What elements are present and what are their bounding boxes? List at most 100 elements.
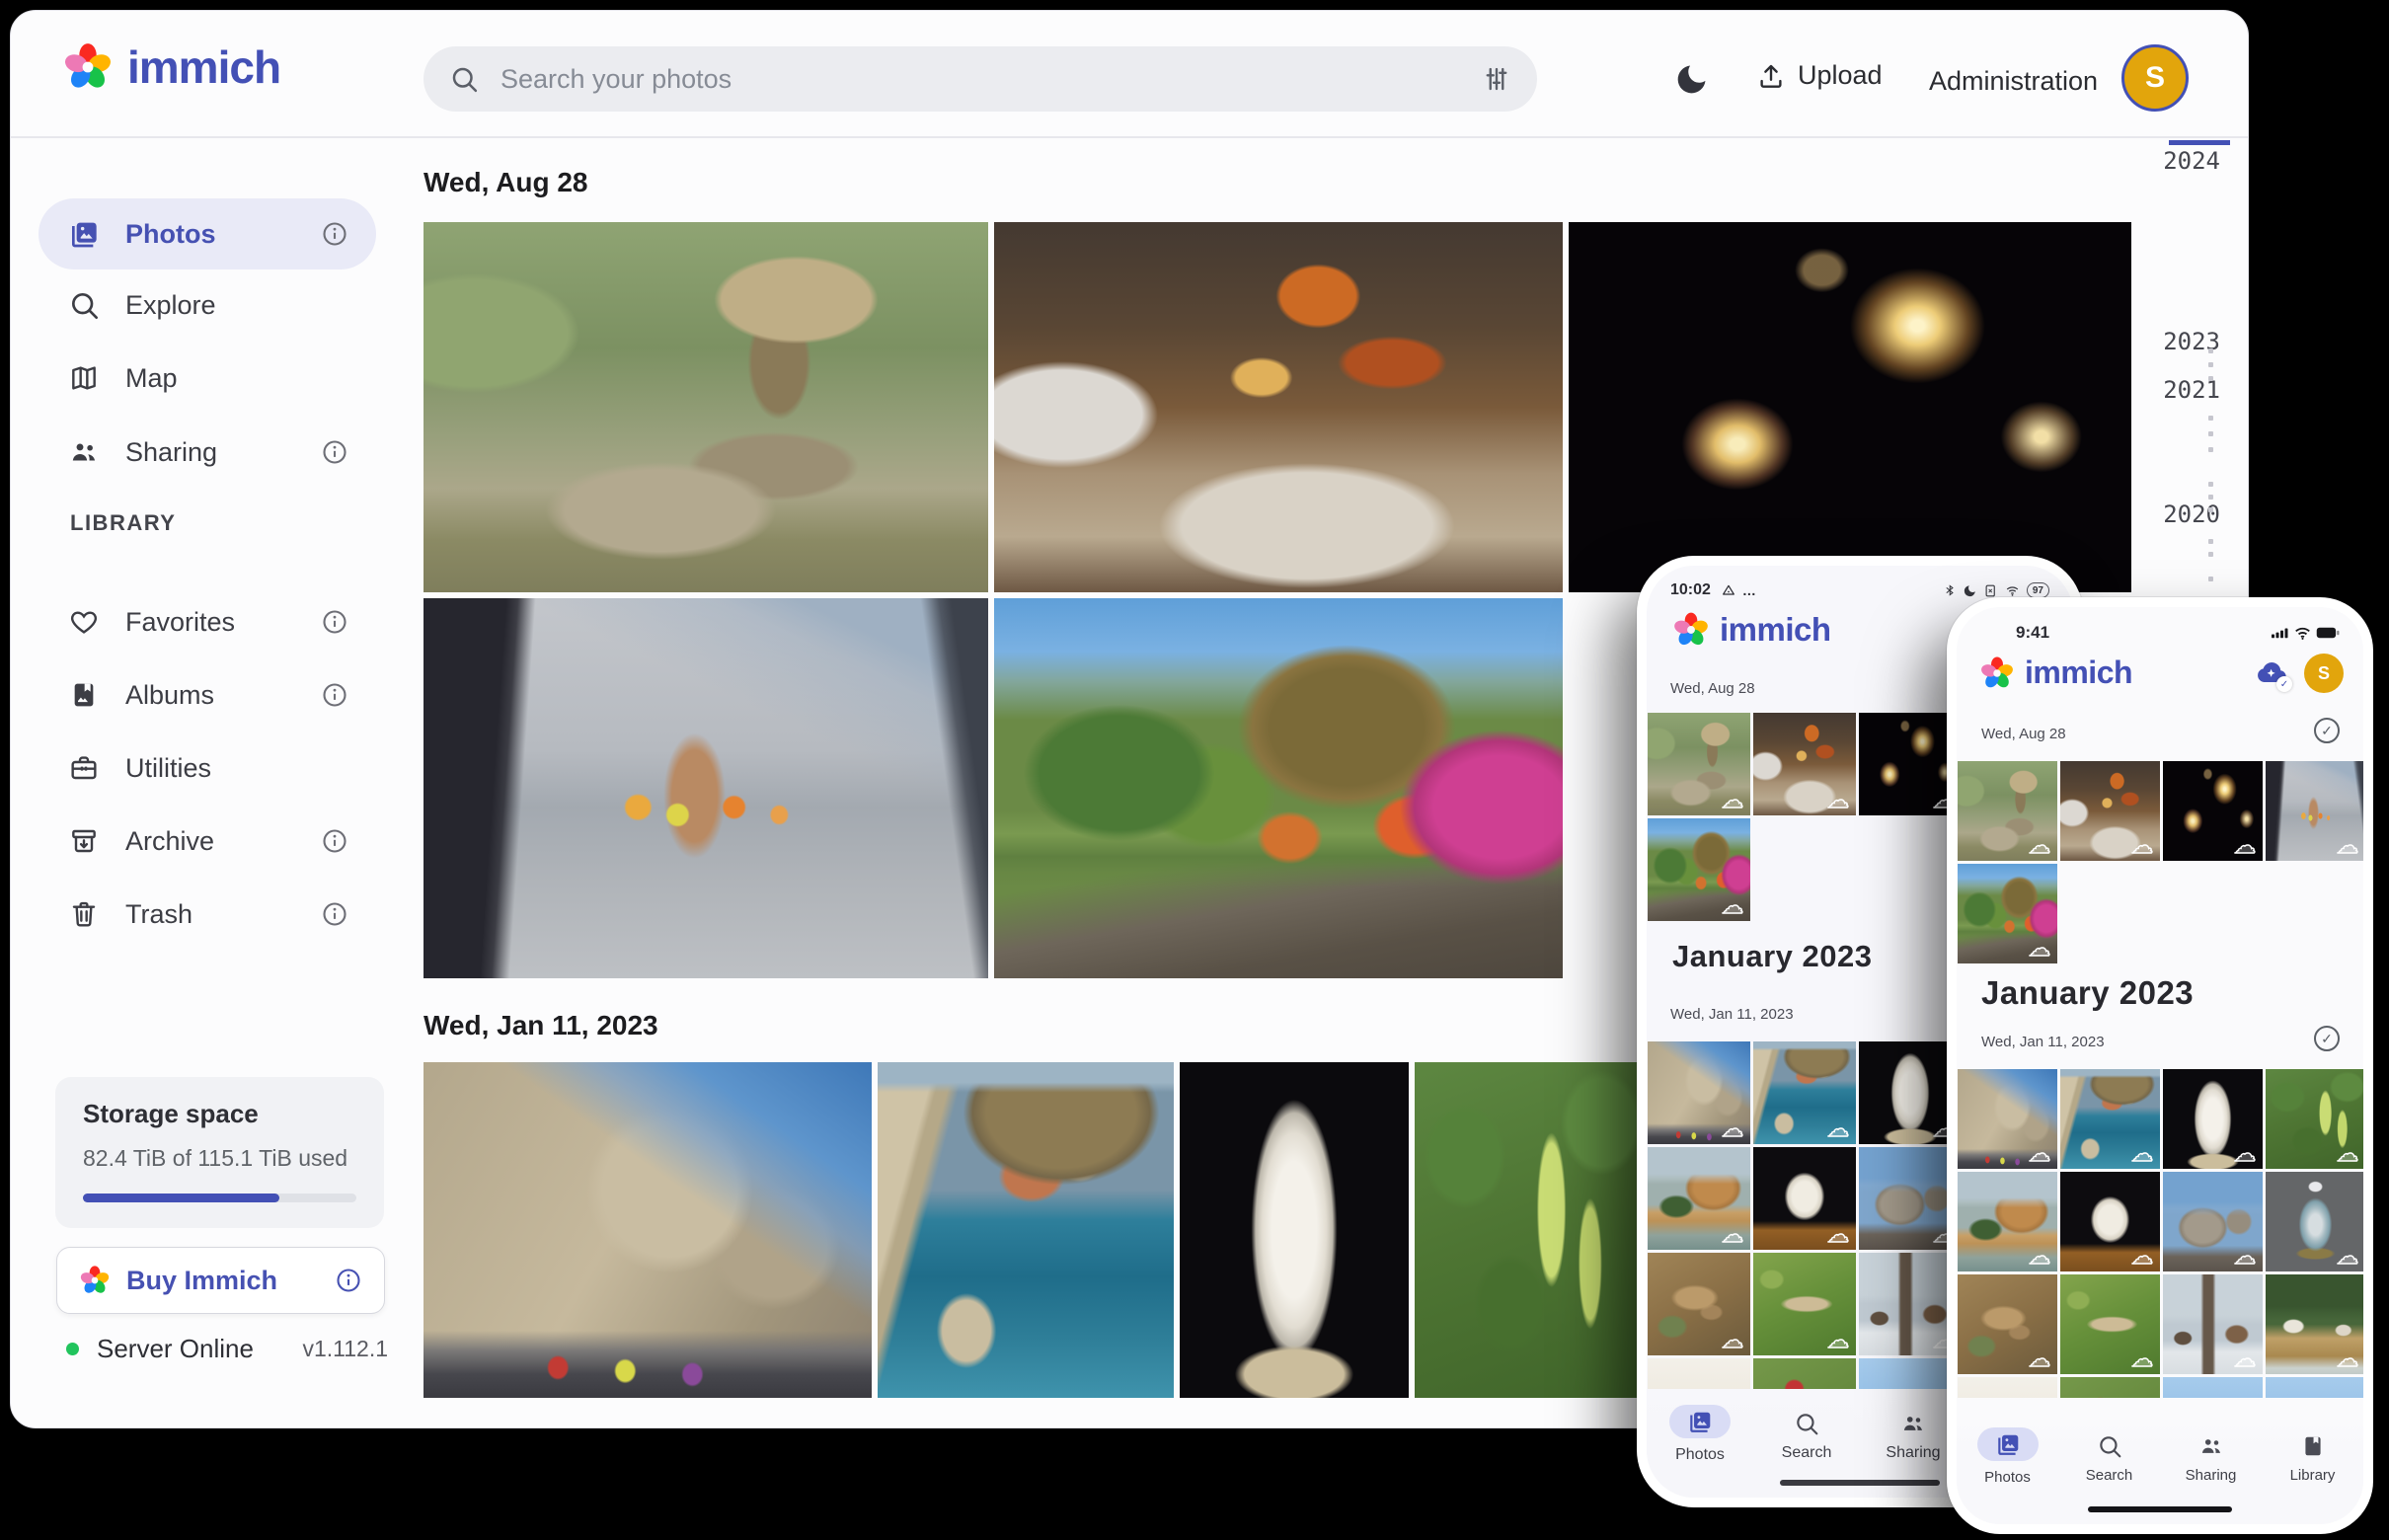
header-divider [11, 136, 2248, 138]
photo-bust[interactable]: ☁ [2163, 1069, 2263, 1169]
cloud-backup-badge: ☁ [2131, 1247, 2153, 1269]
sidebar-item-sharing[interactable]: Sharing [39, 417, 376, 488]
photo-berries[interactable]: ☁ [2266, 1069, 2363, 1169]
photo-bust[interactable] [1180, 1062, 1409, 1398]
sidebar-item-label: Explore [125, 290, 376, 321]
sidebar-item-map[interactable]: Map [39, 343, 376, 414]
timeline-year[interactable]: 2020 [2163, 500, 2220, 528]
sidebar-item-trash[interactable]: Trash [39, 879, 376, 950]
photo-castle[interactable] [424, 1062, 872, 1398]
photo-light[interactable]: ☁ [1648, 1358, 1750, 1389]
info-icon[interactable] [321, 681, 348, 709]
phone2-app-logo: immich [1979, 654, 2132, 691]
sim-card-off-icon [1983, 583, 1998, 598]
sharing-people-icon [1900, 1411, 1926, 1436]
select-day-check-icon[interactable]: ✓ [2314, 1026, 2340, 1051]
filter-sliders-icon[interactable] [1482, 64, 1511, 94]
photo-sculpt2[interactable]: ☁ [2060, 1172, 2160, 1271]
photo-winter[interactable]: ☁ [2163, 1274, 2263, 1374]
brand-wordmark: immich [2025, 654, 2132, 691]
photo-lizard2[interactable]: ☁ [1753, 1253, 1856, 1355]
photo-flowers[interactable]: ☁ [2060, 1377, 2160, 1398]
photo-cliff[interactable]: ☁ [1648, 1147, 1750, 1250]
status-time: 10:02 [1670, 581, 1711, 599]
sidebar-item-photos[interactable]: Photos [39, 198, 376, 270]
photo-cliff[interactable]: ☁ [1958, 1172, 2057, 1271]
active-tab-pill [1977, 1427, 2039, 1461]
photo-zoo[interactable]: ☁ [1958, 761, 2057, 861]
select-day-check-icon[interactable]: ✓ [2314, 718, 2340, 743]
info-icon[interactable] [321, 900, 348, 928]
wifi-icon [2004, 583, 2021, 598]
nav-tab-label: Library [2290, 1467, 2336, 1484]
phone2-month-header: January 2023 [1981, 974, 2194, 1012]
photo-sky[interactable]: ☁ [2266, 1377, 2363, 1398]
timeline-tick [2208, 376, 2213, 381]
photo-sky[interactable]: ☁ [2163, 1377, 2263, 1398]
info-icon[interactable] [321, 220, 348, 248]
cloud-sync-icon[interactable]: ✓ [2253, 658, 2288, 688]
user-avatar[interactable]: S [2121, 44, 2189, 112]
upload-icon [1756, 61, 1786, 91]
sidebar-item-favorites[interactable]: Favorites [39, 586, 376, 657]
administration-link[interactable]: Administration [1929, 66, 2098, 97]
photo-farm[interactable]: ☁ [2266, 1274, 2363, 1374]
photo-castle[interactable]: ☁ [1958, 1069, 2057, 1169]
info-icon[interactable] [335, 1267, 362, 1294]
storage-title: Storage space [83, 1099, 356, 1129]
photo-coast[interactable]: ☁ [2060, 1069, 2160, 1169]
photo-fireworks[interactable]: ☁ [2163, 761, 2263, 861]
sidebar-item-label: Trash [125, 899, 295, 930]
photo-fireworks[interactable] [1569, 222, 2131, 592]
photo-coast[interactable]: ☁ [1753, 1041, 1856, 1144]
photo-hands[interactable]: ☁ [2266, 761, 2363, 861]
dark-mode-toggle-moon-icon[interactable] [1673, 60, 1711, 98]
photo-dinner[interactable] [994, 222, 1563, 592]
photo-autumn[interactable] [994, 598, 1563, 978]
home-indicator [2088, 1506, 2232, 1512]
map-icon [68, 362, 100, 394]
photo-flowers[interactable]: ☁ [1753, 1358, 1856, 1389]
cloud-backup-badge: ☁ [1827, 791, 1849, 812]
sidebar-item-archive[interactable]: Archive [39, 806, 376, 877]
sidebar-item-albums[interactable]: Albums [39, 659, 376, 731]
upload-button[interactable]: Upload [1756, 60, 1883, 91]
sidebar-item-label: Map [125, 363, 376, 394]
photo-autumn[interactable]: ☁ [1958, 864, 2057, 963]
photo-castle[interactable]: ☁ [1648, 1041, 1750, 1144]
photo-sculpt2[interactable]: ☁ [1753, 1147, 1856, 1250]
photo-zoo[interactable]: ☁ [1648, 713, 1750, 815]
cloud-backup-badge: ☁ [2337, 1349, 2358, 1371]
immich-flower-icon [1672, 611, 1710, 649]
photo-ruins[interactable]: ☁ [2163, 1172, 2263, 1271]
photo-row [424, 1062, 1643, 1398]
photo-hands[interactable] [424, 598, 988, 978]
sidebar-item-utilities[interactable]: Utilities [39, 732, 376, 804]
buy-immich-button[interactable]: Buy Immich [56, 1247, 385, 1314]
photo-dinner[interactable]: ☁ [2060, 761, 2160, 861]
status-more-dots: … [1742, 582, 1757, 598]
timeline-year[interactable]: 2024 [2163, 147, 2220, 175]
app-logo[interactable]: immich [62, 40, 280, 94]
photo-lizard1[interactable]: ☁ [1648, 1253, 1750, 1355]
search-input[interactable]: Search your photos [424, 46, 1537, 112]
nav-tab-library[interactable]: Library [2262, 1418, 2363, 1524]
photo-berries[interactable] [1415, 1062, 1643, 1398]
user-avatar[interactable]: S [2304, 654, 2344, 693]
nav-tab-photos[interactable]: Photos [1957, 1418, 2058, 1524]
library-icon [2300, 1433, 2326, 1459]
photo-zoo[interactable] [424, 222, 988, 592]
photo-lizard1[interactable]: ☁ [1958, 1274, 2057, 1374]
photo-light[interactable]: ☁ [1958, 1377, 2057, 1398]
photo-autumn[interactable]: ☁ [1648, 818, 1750, 921]
photo-lizard2[interactable]: ☁ [2060, 1274, 2160, 1374]
sidebar-item-explore[interactable]: Explore [39, 270, 376, 341]
info-icon[interactable] [321, 827, 348, 855]
photo-coast[interactable] [878, 1062, 1174, 1398]
photo-dinner[interactable]: ☁ [1753, 713, 1856, 815]
photo-trophy[interactable]: ☁ [2266, 1172, 2363, 1271]
info-icon[interactable] [321, 608, 348, 636]
timeline-tick [2208, 552, 2213, 557]
info-icon[interactable] [321, 438, 348, 466]
nav-tab-photos[interactable]: Photos [1647, 1395, 1753, 1498]
